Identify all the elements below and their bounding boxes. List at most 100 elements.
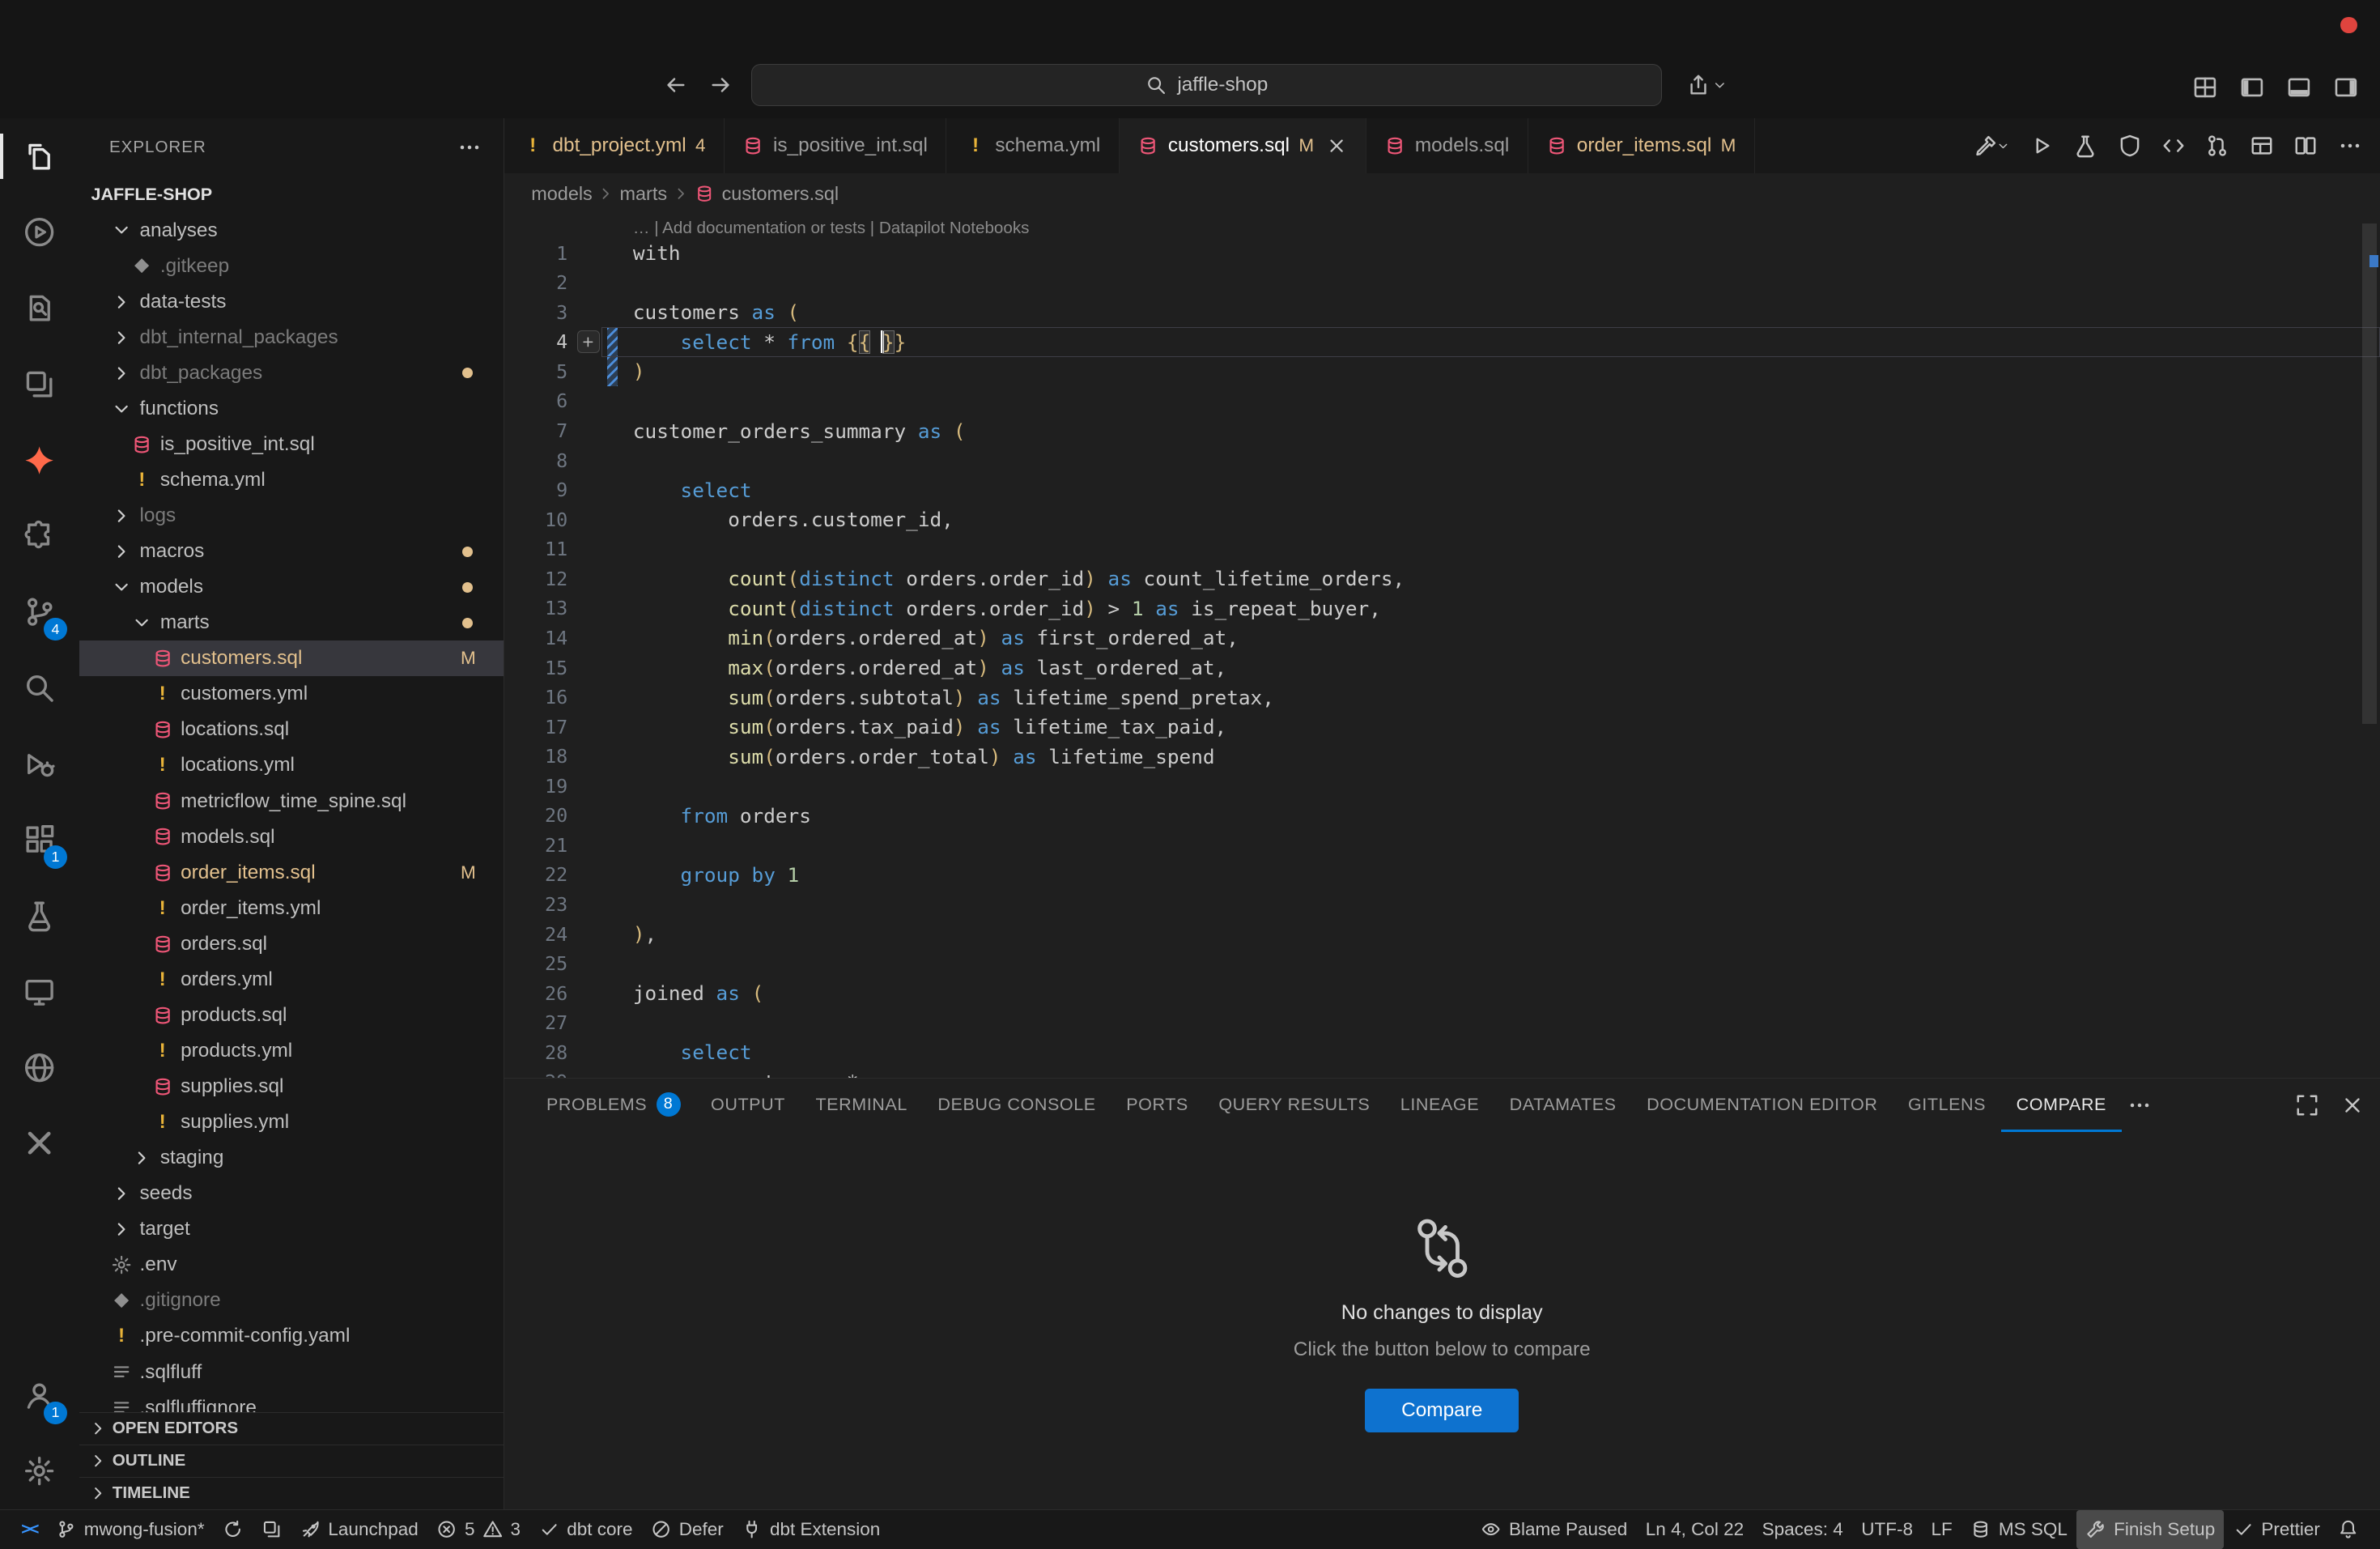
toggle-sidebar-left-button[interactable] (2239, 74, 2265, 100)
code-line-29[interactable]: 29 customers.*, (504, 1067, 2380, 1078)
activity-remote-explorer[interactable] (0, 954, 79, 1030)
editor-scrollbar[interactable] (2359, 214, 2380, 1078)
customize-layout-button[interactable] (2192, 74, 2218, 100)
tree-item-supplies-sql[interactable]: supplies.sql (79, 1069, 504, 1104)
toggle-panel-button[interactable] (2286, 74, 2312, 100)
tree-item-analyses[interactable]: analyses (79, 213, 504, 249)
tab-customers-sql[interactable]: customers.sqlM (1120, 118, 1366, 173)
pull-request-button[interactable] (2205, 134, 2229, 158)
inline-add-button[interactable] (577, 330, 600, 353)
panel-tab-documentation-editor[interactable]: DOCUMENTATION EDITOR (1631, 1079, 1893, 1132)
run-tests-button[interactable] (2073, 134, 2097, 158)
tree-item-target[interactable]: target (79, 1211, 504, 1247)
status-dbt-core[interactable]: dbt core (529, 1510, 642, 1549)
breadcrumb-item[interactable]: models (531, 183, 593, 205)
tab-is-positive-int-sql[interactable]: is_positive_int.sql (725, 118, 946, 173)
status-sync[interactable] (214, 1510, 253, 1549)
tab-schema-yml[interactable]: !schema.yml (946, 118, 1119, 173)
code-line-20[interactable]: 20 from orders (504, 801, 2380, 831)
panel-tab-terminal[interactable]: TERMINAL (801, 1079, 923, 1132)
tree-item-data-tests[interactable]: data-tests (79, 284, 504, 320)
panel-tab-problems[interactable]: PROBLEMS8 (531, 1079, 695, 1132)
code-line-2[interactable]: 2 (504, 268, 2380, 298)
status-launchpad[interactable]: Launchpad (291, 1510, 427, 1549)
code-line-24[interactable]: 24), (504, 919, 2380, 949)
status-notifications[interactable] (2329, 1510, 2368, 1549)
panel-tab-query-results[interactable]: QUERY RESULTS (1204, 1079, 1385, 1132)
scrollbar-slider[interactable] (2362, 223, 2378, 725)
tree-item-schema-yml[interactable]: !schema.yml (79, 462, 504, 498)
tree-item-models[interactable]: models (79, 569, 504, 605)
activity-testing[interactable] (0, 878, 79, 954)
status-branch[interactable]: mwong-fusion* (47, 1510, 214, 1549)
activity-ports[interactable] (0, 1029, 79, 1105)
command-center-search[interactable]: jaffle-shop (751, 64, 1662, 107)
explorer-more-actions[interactable] (457, 135, 482, 160)
tab-models-sql[interactable]: models.sql (1366, 118, 1528, 173)
panel-tab-lineage[interactable]: LINEAGE (1385, 1079, 1494, 1132)
status-prettier[interactable]: Prettier (2224, 1510, 2329, 1549)
tree-item--sqlfluff[interactable]: .sqlfluff (79, 1355, 504, 1390)
tree-item-models-sql[interactable]: models.sql (79, 819, 504, 855)
tree-item-locations-yml[interactable]: !locations.yml (79, 747, 504, 783)
activity-settings[interactable] (0, 1433, 79, 1509)
section-timeline[interactable]: TIMELINE (79, 1477, 504, 1509)
panel-tab-output[interactable]: OUTPUT (695, 1079, 800, 1132)
tree-item-macros[interactable]: macros (79, 534, 504, 569)
dbt-build-button[interactable] (1974, 134, 2010, 158)
tree-item--gitkeep[interactable]: .gitkeep (79, 249, 504, 284)
status-remote[interactable]: >< (12, 1510, 47, 1549)
activity-accounts[interactable]: 1 (0, 1357, 79, 1433)
code-line-5[interactable]: 5) (504, 357, 2380, 387)
code-line-19[interactable]: 19 (504, 772, 2380, 802)
tab-dbt-project-yml[interactable]: !dbt_project.yml4 (504, 118, 725, 173)
more-actions-button[interactable] (2338, 134, 2362, 158)
code-line-6[interactable]: 6 (504, 386, 2380, 416)
close-icon[interactable] (1326, 135, 1347, 156)
panel-more-tabs[interactable] (2127, 1093, 2152, 1117)
codelens[interactable]: … | Add documentation or tests | Datapil… (633, 214, 2380, 238)
tree-item-is-positive-int-sql[interactable]: is_positive_int.sql (79, 427, 504, 462)
tree-item-functions[interactable]: functions (79, 391, 504, 427)
code-line-27[interactable]: 27 (504, 1008, 2380, 1038)
compare-button[interactable]: Compare (1365, 1389, 1519, 1432)
workspace-root[interactable]: JAFFLE-SHOP (79, 177, 504, 213)
tree-item-order-items-sql[interactable]: order_items.sqlM (79, 855, 504, 891)
tree-item-customers-yml[interactable]: !customers.yml (79, 676, 504, 712)
activity-dbt[interactable] (0, 422, 79, 498)
code-line-23[interactable]: 23 (504, 890, 2380, 920)
query-results-button[interactable] (2250, 134, 2274, 158)
tree-item-locations-sql[interactable]: locations.sql (79, 712, 504, 747)
status-problems[interactable]: 53 (427, 1510, 529, 1549)
tree-item-order-items-yml[interactable]: !order_items.yml (79, 891, 504, 926)
breadcrumb-item[interactable]: customers.sql (695, 183, 839, 205)
nav-forward-button[interactable] (709, 73, 733, 97)
activity-extension-pack[interactable] (0, 498, 79, 574)
activity-search[interactable] (0, 650, 79, 726)
tree-item-products-yml[interactable]: !products.yml (79, 1033, 504, 1069)
activity-marketplace[interactable] (0, 1105, 79, 1181)
code-line-26[interactable]: 26joined as ( (504, 978, 2380, 1008)
tree-item-dbt-internal-packages[interactable]: dbt_internal_packages (79, 320, 504, 355)
compile-button[interactable] (2161, 134, 2186, 158)
code-line-12[interactable]: 12 count(distinct orders.order_id) as co… (504, 564, 2380, 594)
status-language-mode[interactable]: MS SQL (1961, 1510, 2076, 1549)
code-line-22[interactable]: 22 group by 1 (504, 860, 2380, 890)
tree-item--pre-commit-config-yaml[interactable]: !.pre-commit-config.yaml (79, 1318, 504, 1354)
toggle-sidebar-right-button[interactable] (2333, 74, 2359, 100)
code-line-3[interactable]: 3customers as ( (504, 298, 2380, 328)
panel-tab-debug-console[interactable]: DEBUG CONSOLE (923, 1079, 1111, 1132)
breadcrumb-item[interactable]: marts (620, 183, 668, 205)
code-line-10[interactable]: 10 orders.customer_id, (504, 504, 2380, 534)
code-line-28[interactable]: 28 select (504, 1038, 2380, 1068)
code-line-14[interactable]: 14 min(orders.ordered_at) as first_order… (504, 623, 2380, 653)
panel-tab-datamates[interactable]: DATAMATES (1494, 1079, 1631, 1132)
tree-item-products-sql[interactable]: products.sql (79, 998, 504, 1033)
status-encoding[interactable]: UTF-8 (1852, 1510, 1922, 1549)
lint-button[interactable] (2118, 134, 2142, 158)
section-outline[interactable]: OUTLINE (79, 1445, 504, 1477)
code-line-18[interactable]: 18 sum(orders.order_total) as lifetime_s… (504, 742, 2380, 772)
activity-run[interactable] (0, 194, 79, 270)
panel-tab-compare[interactable]: COMPARE (2001, 1079, 2122, 1132)
status-finish-setup[interactable]: Finish Setup (2076, 1510, 2224, 1549)
